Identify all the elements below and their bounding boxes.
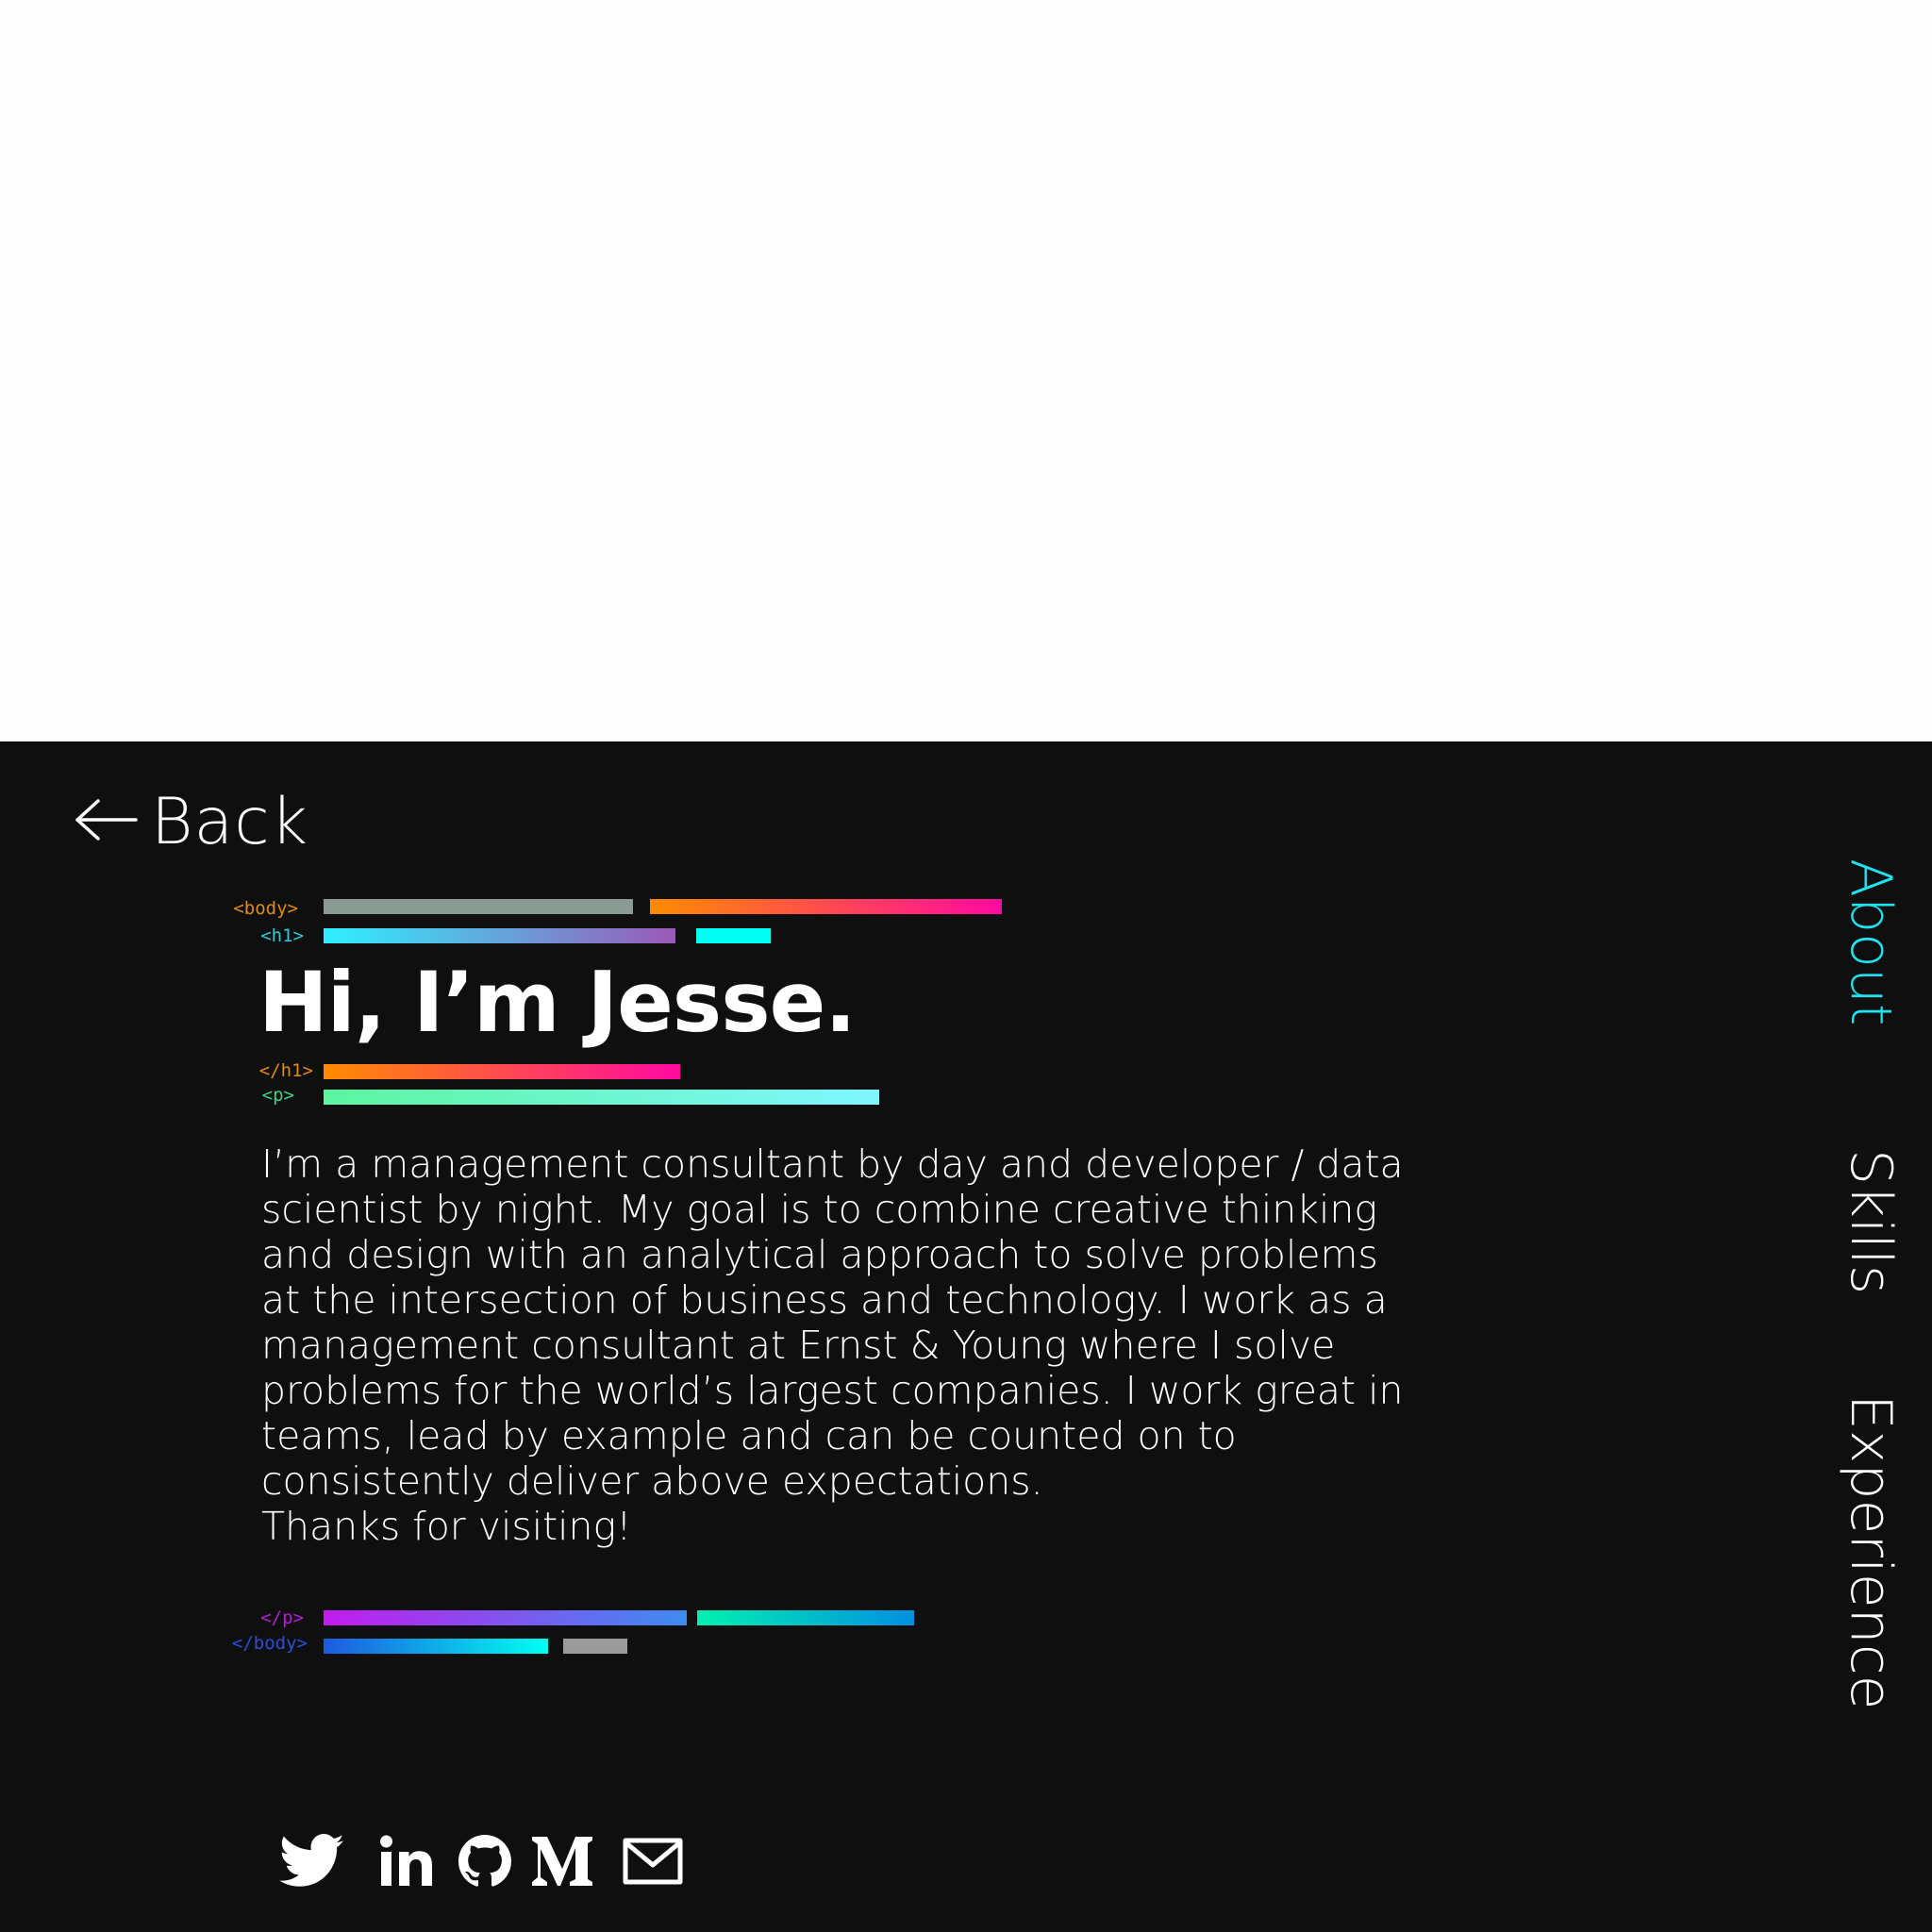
arrow-left-icon (74, 797, 138, 846)
decor-bar (650, 899, 1002, 914)
decor-bar (324, 1090, 879, 1105)
decor-bar (324, 1064, 680, 1079)
body-close-tag: </body> (231, 1633, 308, 1654)
p-open-tag: <p> (261, 1085, 294, 1106)
social-links (279, 1834, 709, 1889)
decor-bar (696, 928, 771, 943)
linkedin-icon (379, 1835, 434, 1888)
decor-bar (563, 1639, 627, 1654)
medium-link[interactable] (532, 1835, 592, 1888)
twitter-icon (279, 1834, 345, 1889)
github-icon (458, 1835, 511, 1888)
bio-paragraph: I’m a management consultant by day and d… (261, 1141, 1404, 1549)
page-title: Hi, I’m Jesse. (258, 954, 857, 1051)
mail-icon (623, 1838, 683, 1885)
medium-icon (532, 1835, 592, 1888)
h1-open-tag: <h1> (260, 925, 304, 946)
nav-item-experience[interactable]: Experience (1838, 1394, 1904, 1710)
h1-close-tag: </h1> (258, 1060, 313, 1081)
nav-item-skills[interactable]: Skills (1838, 1149, 1904, 1294)
back-label: Back (151, 784, 308, 859)
decor-bar (324, 928, 675, 943)
decor-bar (324, 1639, 548, 1654)
body-open-tag: <body> (233, 898, 298, 919)
mail-link[interactable] (623, 1838, 683, 1885)
about-panel: Back <body> <h1> Hi, I’m Jesse. </h1> <p… (0, 741, 1932, 1932)
nav-item-about[interactable]: About (1838, 858, 1904, 1025)
decor-bar (324, 1610, 687, 1625)
back-button[interactable]: Back (74, 779, 308, 864)
linkedin-link[interactable] (379, 1835, 434, 1888)
p-close-tag: </p> (260, 1607, 304, 1628)
decor-bar (324, 899, 633, 914)
decor-bar (697, 1610, 914, 1625)
blank-area (0, 0, 1932, 741)
twitter-link[interactable] (279, 1834, 345, 1889)
github-link[interactable] (458, 1835, 511, 1888)
